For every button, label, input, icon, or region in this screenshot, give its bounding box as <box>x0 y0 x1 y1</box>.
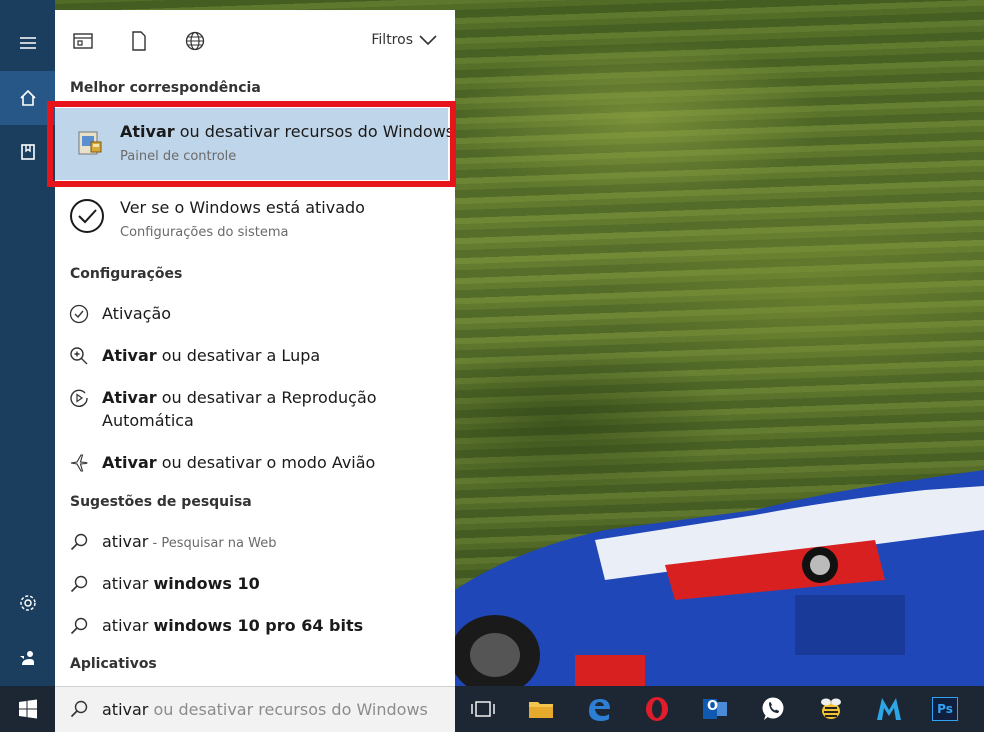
suggestion-label: ativar windows 10 <box>102 574 260 593</box>
search-query: ativar ou desativar recursos do Windows <box>102 700 428 719</box>
search-icon <box>70 575 88 593</box>
wallpaper-race-car <box>455 470 984 686</box>
filter-bar: Filtros <box>55 10 455 72</box>
settings-heading: Configurações <box>70 266 183 282</box>
opera-button[interactable] <box>642 694 672 724</box>
chevron-down-icon <box>419 35 437 45</box>
hamburger-icon <box>19 37 36 49</box>
autoplay-icon <box>70 389 88 407</box>
check-circle-icon <box>70 199 104 233</box>
task-view-button[interactable] <box>468 694 498 724</box>
notebook-icon <box>20 144 35 160</box>
taskbar-search-box[interactable]: ativar ou desativar recursos do Windows <box>55 686 455 732</box>
file-explorer-button[interactable] <box>526 694 556 724</box>
bee-app-button[interactable] <box>816 694 846 724</box>
opera-icon <box>646 697 668 721</box>
search-icon <box>70 533 88 551</box>
home-icon <box>19 89 36 106</box>
windows-activated-title: Ver se o Windows está ativado <box>120 198 365 217</box>
suggestion-label: ativar windows 10 pro 64 bits <box>102 616 364 635</box>
outlook-button[interactable]: O <box>700 694 730 724</box>
suggestion-label: ativar - Pesquisar na Web <box>102 532 277 551</box>
search-icon <box>70 617 88 635</box>
photoshop-label: Ps <box>937 702 953 716</box>
hamburger-button[interactable] <box>0 16 55 70</box>
settings-item-label: Ativar ou desativar a Reprodução Automáti… <box>102 388 377 430</box>
filters-label: Filtros <box>371 32 413 48</box>
whatsapp-icon <box>762 697 784 720</box>
task-view-icon <box>471 701 495 717</box>
edge-button[interactable] <box>584 694 614 724</box>
apps-filter-icon[interactable] <box>72 30 94 52</box>
filters-dropdown[interactable]: Filtros <box>371 32 437 48</box>
file-explorer-icon <box>529 702 553 718</box>
settings-item-activation[interactable]: Ativação <box>55 302 455 330</box>
settings-button[interactable] <box>0 576 55 630</box>
settings-item-label: Ativar ou desativar o modo Avião <box>102 453 376 472</box>
suggestion-item[interactable]: ativar - Pesquisar na Web <box>55 530 455 558</box>
windows-activated-subtitle: Configurações do sistema <box>120 225 289 240</box>
suggestion-item[interactable]: ativar windows 10 <box>55 572 455 600</box>
feedback-icon <box>19 651 34 665</box>
app-bee-icon <box>821 698 841 719</box>
check-circle-small-icon <box>69 304 89 324</box>
taskbar: ativar ou desativar recursos do Windows … <box>0 686 984 732</box>
magnifier-icon <box>70 347 88 365</box>
settings-item-magnifier[interactable]: Ativar ou desativar a Lupa <box>55 344 455 372</box>
filmora-icon <box>877 698 901 720</box>
best-match-heading: Melhor correspondência <box>70 80 261 96</box>
edge-icon <box>589 699 610 721</box>
settings-item-label: Ativação <box>102 304 172 323</box>
search-suggestions-heading: Sugestões de pesquisa <box>70 494 252 510</box>
windows-activated-item[interactable]: Ver se o Windows está ativado Configuraç… <box>55 188 455 250</box>
airplane-icon <box>70 454 88 472</box>
filmora-button[interactable] <box>874 694 904 724</box>
start-button[interactable] <box>0 686 55 732</box>
feedback-button[interactable] <box>0 631 55 685</box>
search-icon <box>70 700 88 718</box>
search-results-panel: Filtros Melhor correspondência Ativar ou… <box>47 10 456 686</box>
photoshop-icon: Ps <box>932 697 958 721</box>
apps-heading: Aplicativos <box>70 656 157 672</box>
settings-item-airplane-mode[interactable]: Ativar ou desativar o modo Avião <box>55 451 455 479</box>
red-highlight-outline <box>47 101 456 187</box>
whatsapp-button[interactable] <box>758 694 788 724</box>
suggestion-item[interactable]: ativar windows 10 pro 64 bits <box>55 614 455 642</box>
photoshop-button[interactable]: Ps <box>930 694 960 724</box>
documents-filter-icon[interactable] <box>128 30 150 52</box>
settings-item-label: Ativar ou desativar a Lupa <box>102 346 321 365</box>
windows-logo-icon <box>18 699 37 719</box>
outlook-label: O <box>707 699 719 714</box>
web-filter-icon[interactable] <box>184 30 206 52</box>
settings-gear-icon <box>19 595 36 611</box>
settings-item-autoplay[interactable]: Ativar ou desativar a Reprodução Automáti… <box>55 386 455 436</box>
